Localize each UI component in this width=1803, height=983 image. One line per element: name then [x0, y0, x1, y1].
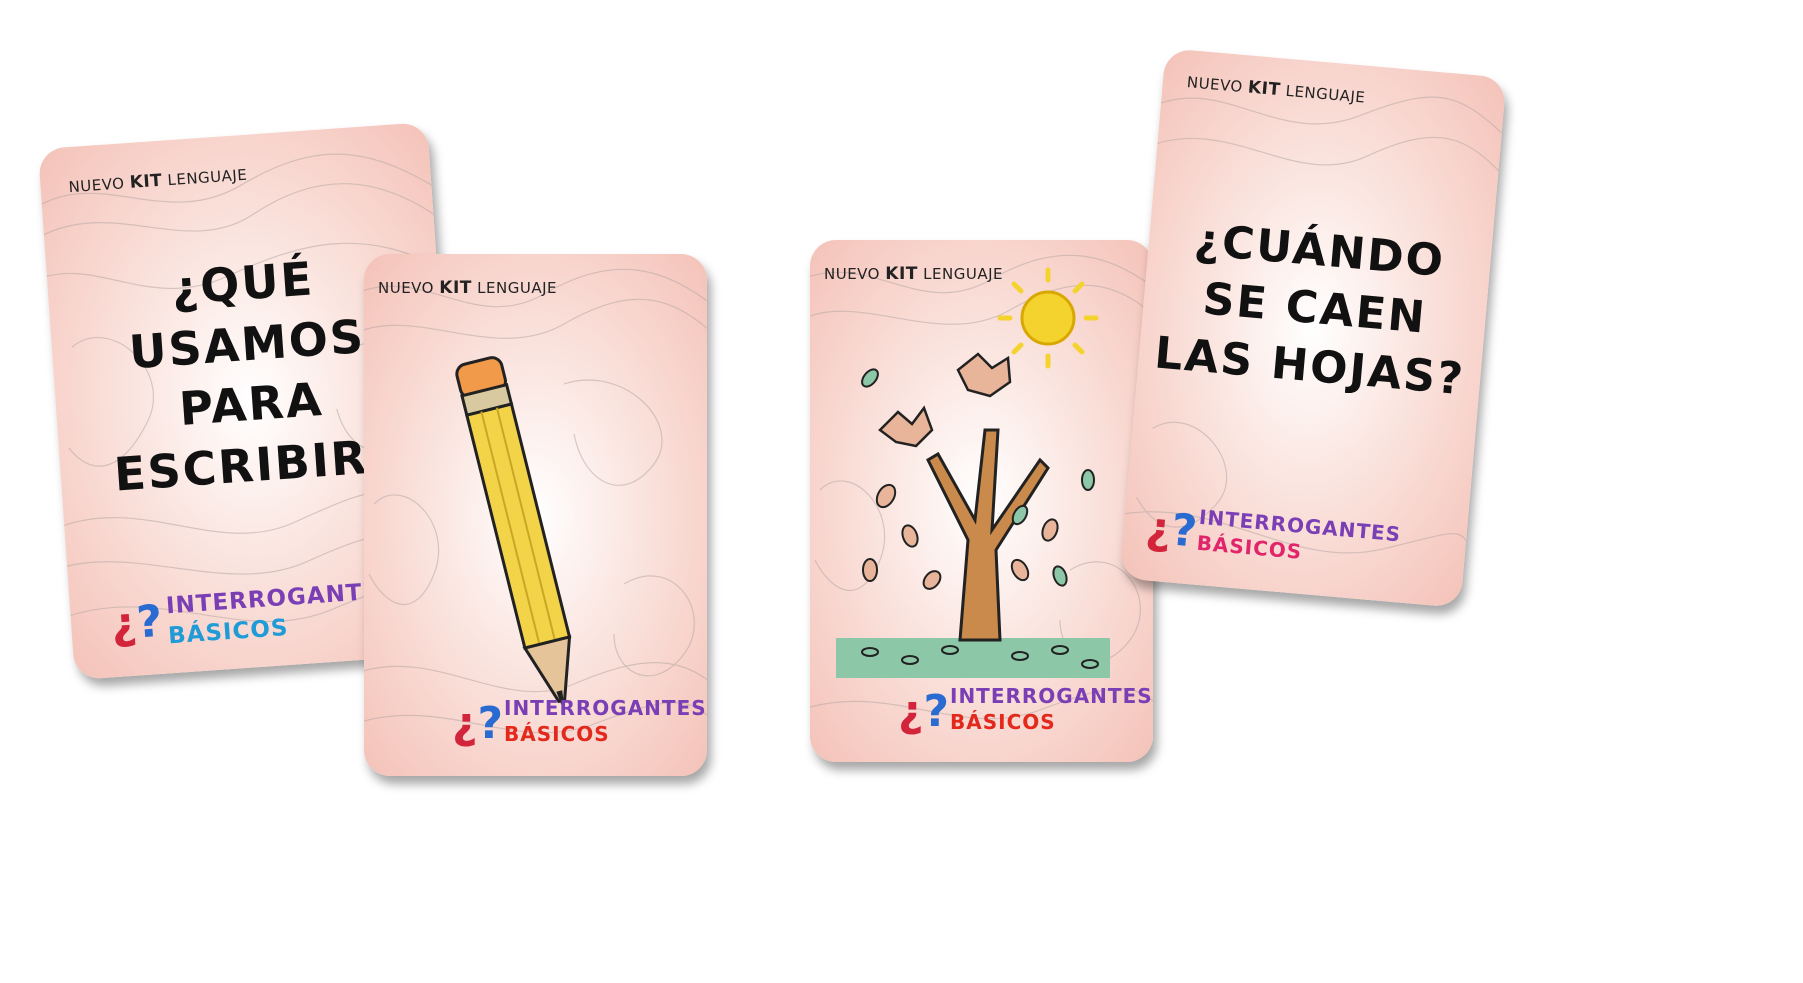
kit-bold: KIT	[1247, 77, 1282, 101]
question-marks-icon: ¿?	[898, 686, 950, 737]
logo-line2: BÁSICOS	[167, 614, 290, 650]
sun-icon	[997, 267, 1099, 369]
logo-line1: INTERROGANTES	[504, 696, 707, 720]
logo-line2: BÁSICOS	[504, 722, 610, 746]
kit-prefix: NUEVO	[1186, 73, 1244, 96]
logo-line2: BÁSICOS	[950, 710, 1056, 734]
brand-logo: ¿? INTERROGANTES BÁSICOS	[810, 680, 1153, 750]
illustration-card-tree[interactable]: NUEVO KIT LENGUAJE ¿? INTERROGANTES BÁSI…	[810, 240, 1153, 762]
kit-prefix: NUEVO	[68, 174, 126, 197]
question-marks-icon: ¿?	[109, 595, 164, 651]
question-marks-icon: ¿?	[1143, 502, 1200, 558]
brand-logo: ¿? INTERROGANTES BÁSICOS	[364, 692, 707, 762]
question-card-cuando-se-caen[interactable]: NUEVO KIT LENGUAJE ¿CUÁNDO SE CAEN LAS H…	[1119, 48, 1507, 608]
question-text: ¿CUÁNDO SE CAEN LAS HOJAS?	[1137, 207, 1493, 410]
illustration-card-pencil[interactable]: NUEVO KIT LENGUAJE ¿? INTERROGANTES BÁSI…	[364, 254, 707, 776]
logo-line1: INTERROGANTES	[950, 684, 1153, 708]
kit-bold: KIT	[129, 170, 163, 193]
question-marks-icon: ¿?	[452, 698, 504, 749]
